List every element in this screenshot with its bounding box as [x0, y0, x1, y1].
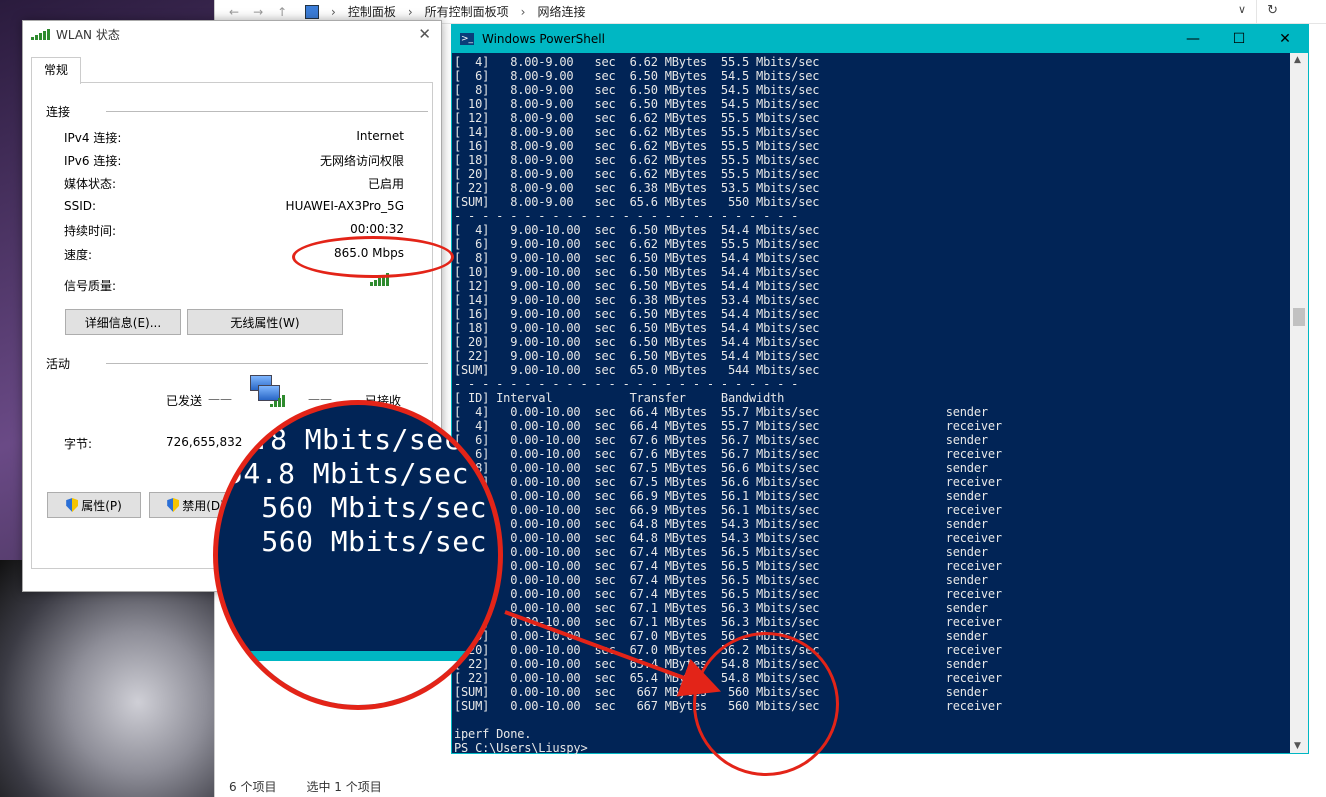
control-panel-icon	[305, 4, 319, 19]
close-icon[interactable]: ✕	[418, 25, 431, 43]
chevron-down-icon[interactable]: ∨	[1238, 3, 1246, 16]
vertical-scrollbar[interactable]: ▲ ▼	[1290, 53, 1308, 753]
up-icon[interactable]: ↑	[277, 5, 287, 19]
annotation-circle-sum	[693, 632, 839, 776]
close-icon[interactable]: ✕	[1262, 25, 1308, 53]
powershell-window: >_ Windows PowerShell — ☐ ✕ [ 4] 8.00-9.…	[451, 24, 1309, 755]
connection-group-header: 连接	[46, 103, 428, 120]
maximize-icon[interactable]: ☐	[1216, 25, 1262, 53]
dialog-titlebar: WLAN 状态 ✕	[23, 21, 441, 47]
zoom-line: 560 Mbits/sec	[244, 491, 488, 524]
item-count: 6 个项目	[229, 780, 277, 794]
annotation-circle-speed	[292, 236, 454, 278]
breadcrumb-item[interactable]: 网络连接	[537, 3, 585, 20]
ssid-row: SSID: HUAWEI-AX3Pro_5G	[64, 199, 404, 213]
scroll-down-icon[interactable]: ▼	[1294, 741, 1301, 751]
breadcrumb-item[interactable]: 控制面板	[348, 3, 396, 20]
desktop-wallpaper	[0, 560, 230, 797]
powershell-title: Windows PowerShell	[482, 32, 605, 46]
selection-count: 选中 1 个项目	[306, 780, 382, 794]
dialog-title: WLAN 状态	[56, 27, 120, 42]
zoom-magnifier: 54.8 Mbits/sec 54.8 Mbits/sec 560 Mbits/…	[213, 400, 503, 710]
wifi-signal-icon	[31, 28, 50, 40]
sent-label: 已发送	[166, 394, 203, 408]
nav-buttons: ← → ↑	[215, 5, 305, 19]
tab-strip: 常规	[31, 55, 433, 84]
zoom-line: 54.8 Mbits/sec	[226, 457, 470, 490]
signal-quality-row: 信号质量:	[64, 279, 117, 293]
activity-group-header: 活动	[46, 355, 428, 372]
zoom-line: 560 Mbits/sec	[244, 525, 488, 558]
bytes-label: 字节:	[64, 437, 93, 451]
forward-icon[interactable]: →	[253, 5, 263, 19]
scroll-up-icon[interactable]: ▲	[1294, 55, 1301, 65]
tab-general[interactable]: 常规	[31, 57, 81, 84]
shield-icon	[167, 498, 180, 512]
wireless-properties-button[interactable]: 无线属性(W)	[187, 309, 343, 335]
media-state-row: 媒体状态: 已启用	[64, 177, 404, 191]
ipv4-row: IPv4 连接: Internet	[64, 129, 404, 145]
back-icon[interactable]: ←	[229, 5, 239, 19]
status-bar: 6 个项目 选中 1 个项目	[229, 778, 382, 795]
ipv6-row: IPv6 连接: 无网络访问权限	[64, 154, 404, 168]
properties-button[interactable]: 属性(P)	[47, 492, 141, 518]
breadcrumb: › 控制面板 › 所有控制面板项 › 网络连接	[305, 3, 585, 20]
zoom-line: 54.8 Mbits/sec	[218, 423, 462, 456]
minimize-icon[interactable]: —	[1170, 25, 1216, 53]
search-box[interactable]	[1256, 0, 1326, 24]
details-button[interactable]: 详细信息(E)...	[65, 309, 181, 335]
breadcrumb-item[interactable]: 所有控制面板项	[425, 3, 509, 20]
scrollbar-thumb[interactable]	[1293, 308, 1305, 326]
shield-icon	[66, 498, 79, 512]
console-output[interactable]: [ 4] 8.00-9.00 sec 6.62 MBytes 55.5 Mbit…	[454, 55, 1290, 755]
powershell-icon: >_	[460, 33, 474, 45]
